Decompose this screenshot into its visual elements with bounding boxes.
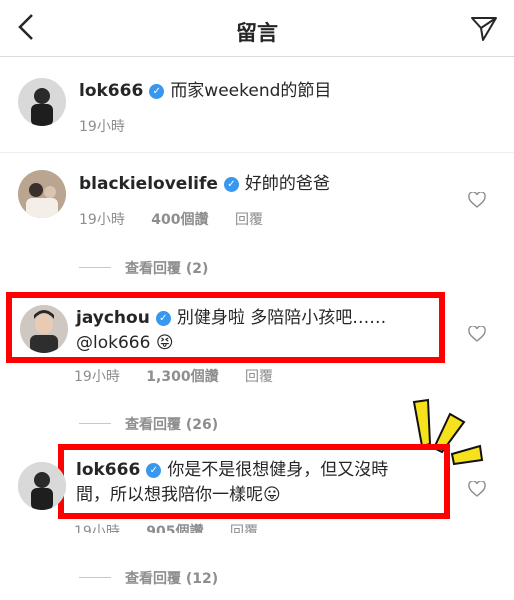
avatar[interactable] [18,170,66,218]
tongue-emoji: 😝 [155,333,174,353]
comment-meta: 19小時 1,300個讚 回覆 [74,366,295,386]
top-bar: 留言 [0,0,514,57]
avatar-photo [18,462,66,510]
divider [0,152,514,153]
replies-line [79,267,111,268]
reply-button[interactable]: 回覆 [235,212,263,228]
verified-badge-icon: ✓ [223,177,239,192]
comment-text-block: jaychou ✓ 別健身啦 多陪陪小孩吧…… @lok666 😝 [76,306,436,356]
comment-time: 19小時 [74,524,120,533]
direct-send-icon[interactable] [470,16,498,42]
mention-link[interactable]: @lok666 [76,333,150,353]
comment-text-line1: 你是不是很想健身，但又沒時 [167,460,389,480]
reply-button[interactable]: 回覆 [245,369,273,385]
comment-meta: 19小時 400個讚 回覆 [79,209,285,229]
comment-time: 19小時 [74,369,120,385]
view-replies[interactable]: 查看回覆 (12) [79,568,218,588]
verified-badge-icon: ✓ [155,311,171,326]
view-replies[interactable]: 查看回覆 (2) [79,258,208,278]
verified-badge-icon: ✓ [146,463,162,478]
comment-username[interactable]: lok666 [76,460,140,480]
comment-text-block: blackielovelife ✓ 好帥的爸爸 [79,172,459,197]
comment-username[interactable]: blackielovelife [79,174,218,194]
comment-likes[interactable]: 905個讚 [146,524,203,533]
comment-text-block: lok666 ✓ 你是不是很想健身，但又沒時 間，所以想我陪你一樣呢😛 [76,458,446,508]
comment-username[interactable]: jaychou [76,308,150,328]
comment-meta: 19小時 905個讚 回覆 [74,521,280,533]
comment-text: 好帥的爸爸 [244,174,330,194]
caption-time: 19小時 [79,119,125,135]
comment-likes[interactable]: 400個讚 [151,212,208,228]
heart-icon[interactable] [468,192,486,208]
comment-text-line1: 別健身啦 多陪陪小孩吧…… [176,308,387,328]
caption-username[interactable]: lok666 [79,81,143,101]
view-replies-label[interactable]: 查看回覆 (26) [125,417,218,433]
reply-button[interactable]: 回覆 [230,524,258,533]
caption-body: lok666 ✓ 而家weekend的節目 [79,79,499,104]
view-replies[interactable]: 查看回覆 (26) [79,414,218,434]
tongue-emoji: 😛 [263,485,281,505]
heart-icon[interactable] [468,481,486,497]
view-replies-label[interactable]: 查看回覆 (12) [125,571,218,587]
comment-likes[interactable]: 1,300個讚 [146,369,218,385]
comment-text-line2: 間，所以想我陪你一樣呢 [76,485,263,505]
avatar[interactable] [20,305,68,353]
replies-line [79,577,111,578]
caption-text: 而家weekend的節目 [170,81,332,101]
avatar-photo [18,78,66,126]
replies-line [79,423,111,424]
verified-badge-icon: ✓ [149,84,165,99]
view-replies-label[interactable]: 查看回覆 (2) [125,261,208,277]
avatar[interactable] [18,78,66,126]
avatar-photo [18,170,66,218]
page-title: 留言 [236,21,278,45]
avatar-photo [20,305,68,353]
comment-time: 19小時 [79,212,125,228]
avatar[interactable] [18,462,66,510]
heart-icon[interactable] [468,326,486,342]
